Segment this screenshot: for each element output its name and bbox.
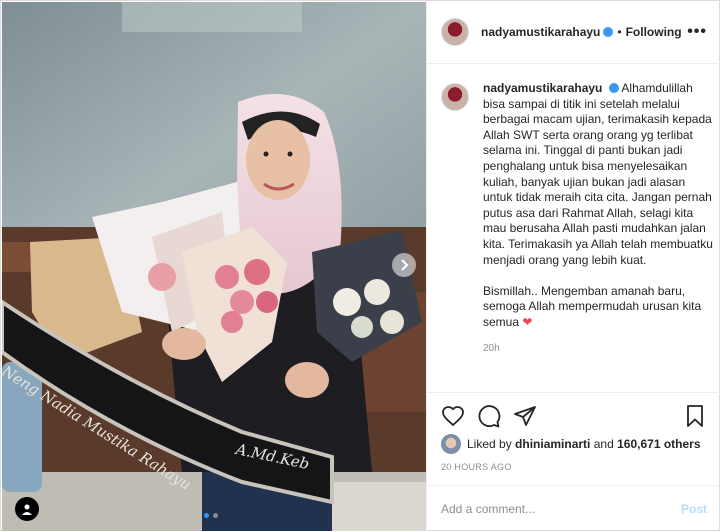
- post-header: nadyamustikarahayu • Following •••: [427, 1, 720, 64]
- verified-badge-icon: [603, 27, 614, 37]
- post-side-panel: nadyamustikarahayu • Following ••• nadya…: [426, 1, 720, 532]
- caption-timestamp[interactable]: 20h: [483, 341, 713, 357]
- action-bar: [427, 392, 720, 438]
- comment-input[interactable]: [441, 501, 681, 516]
- post-timestamp[interactable]: 20 HOURS AGO: [441, 462, 512, 472]
- post-modal: Neng Nadia Mustika Rahayu A.Md.Keb nadya…: [0, 0, 720, 532]
- caption-container: nadyamustikarahayu Alhamdulillah bisa sa…: [441, 81, 713, 385]
- likes-count-link[interactable]: 160,671 others: [617, 437, 700, 451]
- caption: nadyamustikarahayu Alhamdulillah bisa sa…: [483, 81, 713, 385]
- bookmark-icon[interactable]: [683, 404, 707, 428]
- username-link[interactable]: nadyamustikarahayu: [481, 25, 600, 39]
- share-icon[interactable]: [513, 404, 537, 428]
- carousel-dot: [204, 513, 209, 518]
- liked-by-and: and: [593, 437, 614, 451]
- liked-by-user-link[interactable]: dhiniaminarti: [515, 437, 590, 451]
- chevron-right-icon: [401, 259, 409, 271]
- header-separator: •: [617, 25, 622, 39]
- post-comment-button[interactable]: Post: [681, 502, 707, 516]
- avatar[interactable]: [441, 18, 469, 46]
- next-photo-button[interactable]: [392, 253, 416, 277]
- likes-summary: Liked by dhiniaminarti and 160,671 other…: [441, 434, 701, 454]
- caption-text: Alhamdulillah bisa sampai di titik ini s…: [483, 81, 713, 329]
- carousel-dot: [213, 513, 218, 518]
- photo-illustration: [2, 2, 426, 531]
- comment-icon[interactable]: [477, 404, 501, 428]
- verified-badge-icon: [608, 83, 619, 93]
- avatar[interactable]: [441, 83, 469, 111]
- carousel-indicator: [204, 513, 218, 518]
- red-heart-emoji: ❤: [522, 314, 533, 329]
- more-options-icon[interactable]: •••: [687, 23, 707, 41]
- liked-by-prefix: Liked by: [467, 437, 512, 451]
- avatar[interactable]: [441, 434, 461, 454]
- heart-icon[interactable]: [441, 404, 465, 428]
- comment-box: Post: [427, 485, 720, 531]
- following-button[interactable]: Following: [626, 25, 682, 39]
- user-tag-icon: [22, 504, 32, 515]
- user-tag-button[interactable]: [15, 497, 39, 521]
- post-photo[interactable]: Neng Nadia Mustika Rahayu A.Md.Keb: [2, 2, 426, 531]
- caption-username[interactable]: nadyamustikarahayu: [483, 81, 602, 95]
